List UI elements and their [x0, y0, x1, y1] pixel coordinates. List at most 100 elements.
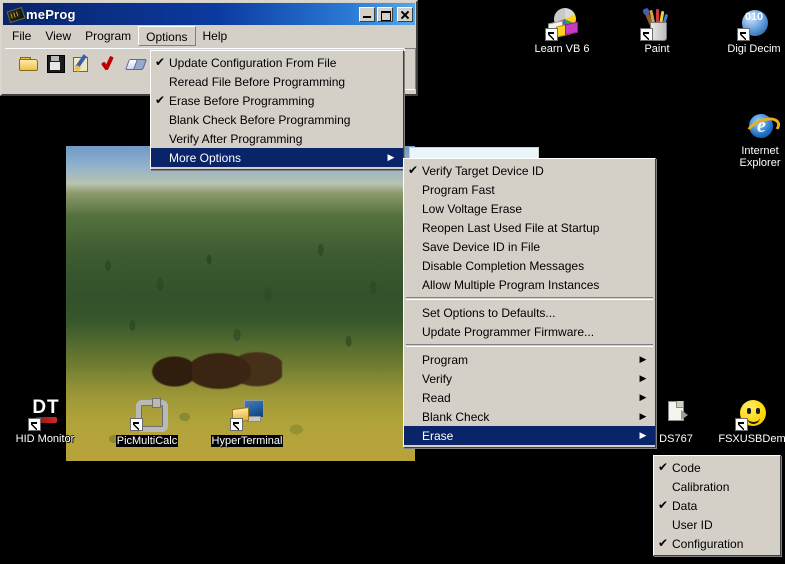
menu-item-label: Erase — [422, 429, 637, 443]
menu-item-set-options-to-defaults[interactable]: Set Options to Defaults... — [404, 303, 655, 322]
desktop-icon-label: PicMultiCalc — [116, 435, 179, 447]
close-button[interactable] — [397, 7, 413, 22]
menu-item-label: Verify — [422, 372, 637, 386]
more-options-submenu[interactable]: ✔Verify Target Device IDProgram Fast Low … — [403, 158, 656, 448]
shortcut-overlay-icon — [545, 28, 558, 41]
desktop-icon-paint[interactable]: Paint — [615, 8, 699, 55]
submenu-arrow-icon: ▶ — [385, 152, 397, 163]
menu-item-blank-check[interactable]: Blank Check▶ — [404, 407, 655, 426]
menu-item-label: Code — [672, 461, 762, 475]
menu-item-verify-after-programming[interactable]: Verify After Programming — [151, 129, 403, 148]
menu-item-more-options[interactable]: More Options▶ — [151, 148, 403, 167]
minimize-button[interactable] — [359, 7, 375, 22]
menu-item-label: Program — [422, 353, 637, 367]
menu-item-program[interactable]: Program▶ — [404, 350, 655, 369]
menu-item-label: Low Voltage Erase — [422, 202, 637, 216]
options-dropdown-menu[interactable]: ✔Update Configuration From FileReread Fi… — [150, 50, 404, 170]
menubar-item-file[interactable]: File — [5, 26, 38, 46]
submenu-arrow-icon: ▶ — [637, 373, 649, 384]
desktop-icon-label: FSXUSBDem — [710, 433, 785, 445]
erase-submenu[interactable]: ✔CodeCalibration✔DataUser ID✔Configurati… — [653, 455, 781, 556]
menu-item-data[interactable]: ✔Data — [654, 496, 780, 515]
menu-item-label: User ID — [672, 518, 762, 532]
menu-item-label: Blank Check Before Programming — [169, 113, 385, 127]
open-file-icon[interactable] — [19, 54, 37, 72]
menu-item-update-programmer-firmware[interactable]: Update Programmer Firmware... — [404, 322, 655, 341]
shortcut-overlay-icon — [28, 418, 41, 431]
menu-item-configuration[interactable]: ✔Configuration — [654, 534, 780, 553]
checkmark-icon: ✔ — [654, 458, 672, 477]
menu-item-label: Reopen Last Used File at Startup — [422, 221, 637, 235]
save-file-icon[interactable] — [46, 54, 64, 72]
menu-item-reopen-last-used-file-at-startup[interactable]: Reopen Last Used File at Startup — [404, 218, 655, 237]
checkmark-icon: ✔ — [404, 161, 422, 180]
menu-item-verify[interactable]: Verify▶ — [404, 369, 655, 388]
menubar-item-view[interactable]: View — [38, 26, 78, 46]
verify-icon[interactable] — [100, 54, 118, 72]
wallpaper-moose-right — [192, 338, 283, 398]
menu-item-label: Update Programmer Firmware... — [422, 325, 637, 339]
desktop-icon-label: HyperTerminal — [211, 435, 284, 447]
menu-item-save-device-id-in-file[interactable]: Save Device ID in File — [404, 237, 655, 256]
menubar-item-program[interactable]: Program — [78, 26, 138, 46]
menu-item-calibration[interactable]: Calibration — [654, 477, 780, 496]
erase-icon[interactable] — [127, 54, 145, 72]
menu-item-verify-target-device-id[interactable]: ✔Verify Target Device ID — [404, 161, 655, 180]
desktop-icon-internet-explorer[interactable]: e Internet Explorer — [718, 110, 785, 169]
menubar-item-options[interactable]: Options — [138, 26, 195, 46]
internet-explorer-icon: e — [744, 110, 776, 142]
menu-item-read[interactable]: Read▶ — [404, 388, 655, 407]
desktop-icon-hyperterminal[interactable]: HyperTerminal — [205, 398, 289, 447]
shortcut-overlay-icon — [130, 418, 143, 431]
menu-item-label: Data — [672, 499, 762, 513]
desktop-icon-fsxusbdem[interactable]: FSXUSBDem — [710, 398, 785, 445]
menu-item-disable-completion-messages[interactable]: Disable Completion Messages — [404, 256, 655, 275]
menu-item-low-voltage-erase[interactable]: Low Voltage Erase — [404, 199, 655, 218]
desktop-icon-label: Paint — [615, 43, 699, 55]
chip-icon — [7, 6, 23, 22]
submenu-arrow-icon: ▶ — [637, 411, 649, 422]
menu-item-program-fast[interactable]: Program Fast — [404, 180, 655, 199]
submenu-arrow-icon: ▶ — [637, 430, 649, 441]
program-device-icon[interactable] — [73, 54, 91, 72]
checkmark-icon: ✔ — [151, 91, 169, 110]
checkmark-icon: ✔ — [654, 534, 672, 553]
checkmark-icon: ✔ — [654, 496, 672, 515]
pic-multicalc-icon — [131, 398, 163, 430]
menu-item-update-configuration-from-file[interactable]: ✔Update Configuration From File — [151, 53, 403, 72]
desktop-icon-label: Internet Explorer — [718, 145, 785, 169]
menu-item-erase[interactable]: Erase▶ — [404, 426, 655, 445]
window-titlebar[interactable]: meProg — [3, 3, 415, 25]
desktop-icon-label: Digi Decim — [712, 43, 785, 55]
menu-item-label: Set Options to Defaults... — [422, 306, 637, 320]
menu-item-blank-check-before-programming[interactable]: Blank Check Before Programming — [151, 110, 403, 129]
desktop-icon-hid-monitor[interactable]: DTHID Monitor — [3, 398, 87, 445]
ds767-icon — [660, 398, 692, 430]
menubar[interactable]: FileViewProgramOptionsHelp — [2, 26, 416, 46]
shortcut-overlay-icon — [735, 418, 748, 431]
hid-monitor-icon: DT — [29, 398, 61, 430]
menu-item-allow-multiple-program-instances[interactable]: Allow Multiple Program Instances — [404, 275, 655, 294]
desktop[interactable]: Learn VB 6 Paint 010Digi Decim e Internet Ex… — [0, 0, 785, 564]
maximize-button[interactable] — [377, 7, 393, 22]
menu-item-erase-before-programming[interactable]: ✔Erase Before Programming — [151, 91, 403, 110]
hyperterminal-icon — [231, 398, 263, 430]
menu-item-label: Disable Completion Messages — [422, 259, 637, 273]
menu-separator — [406, 344, 653, 347]
desktop-icon-digi-decim[interactable]: 010Digi Decim — [712, 8, 785, 55]
submenu-arrow-icon: ▶ — [637, 354, 649, 365]
window-title: meProg — [26, 7, 357, 22]
menu-item-reread-file-before-programming[interactable]: Reread File Before Programming — [151, 72, 403, 91]
shortcut-overlay-icon — [737, 28, 750, 41]
menubar-item-help[interactable]: Help — [196, 26, 235, 46]
menu-item-label: Allow Multiple Program Instances — [422, 278, 637, 292]
menu-item-label: Update Configuration From File — [169, 56, 385, 70]
menu-item-label: Read — [422, 391, 637, 405]
menu-item-user-id[interactable]: User ID — [654, 515, 780, 534]
menu-item-label: Configuration — [672, 537, 762, 551]
desktop-icon-label: Learn VB 6 — [520, 43, 604, 55]
menu-item-code[interactable]: ✔Code — [654, 458, 780, 477]
desktop-icon-picmulticalc[interactable]: PicMultiCalc — [105, 398, 189, 447]
desktop-icon-learn-vb-6[interactable]: Learn VB 6 — [520, 8, 604, 55]
menu-item-label: Calibration — [672, 480, 762, 494]
